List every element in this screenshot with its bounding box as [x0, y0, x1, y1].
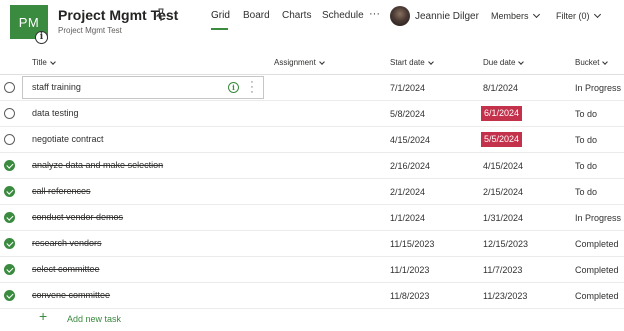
column-header-due-date[interactable]: Due date: [483, 58, 525, 67]
task-title[interactable]: select committee: [32, 264, 100, 274]
due-date-cell[interactable]: 12/15/2023: [483, 239, 528, 249]
chevron-down-icon: [593, 10, 601, 19]
task-row[interactable]: convene committee 11/8/2023 11/23/2023 Comp…: [0, 283, 624, 309]
task-title[interactable]: research vendors: [32, 238, 102, 248]
task-row[interactable]: staff training i · · · 7/1/2024 8/1/2024 In Pro…: [0, 75, 624, 101]
column-due-date-label: Due date: [483, 58, 516, 67]
filter-dropdown[interactable]: Filter (0): [556, 10, 601, 21]
completed-check-icon[interactable]: [4, 212, 15, 223]
start-date-cell[interactable]: 4/15/2024: [390, 135, 430, 145]
due-date-cell[interactable]: 4/15/2024: [483, 161, 523, 171]
task-row[interactable]: analyze data and make selection 2/16/2024…: [0, 153, 624, 179]
active-tab-indicator: [211, 28, 228, 30]
task-row[interactable]: data testing 5/8/2024 6/1/2024 To do: [0, 101, 624, 127]
due-date-overdue-badge[interactable]: 5/5/2024: [481, 132, 523, 147]
start-date-cell[interactable]: 1/1/2024: [390, 213, 425, 223]
more-options-icon[interactable]: ···: [369, 8, 380, 20]
chevron-down-icon: [49, 59, 56, 65]
column-assignment-label: Assignment: [274, 58, 316, 67]
chevron-down-icon: [318, 59, 325, 65]
task-title[interactable]: conduct vendor demos: [32, 212, 123, 222]
due-date-cell[interactable]: 8/1/2024: [483, 83, 518, 93]
add-icon[interactable]: +: [39, 309, 47, 323]
bucket-cell[interactable]: To do: [575, 135, 597, 145]
task-title[interactable]: negotiate contract: [32, 134, 104, 144]
bucket-cell[interactable]: To do: [575, 187, 597, 197]
task-row[interactable]: call references 2/1/2024 2/15/2024 To do: [0, 179, 624, 205]
task-title[interactable]: convene committee: [32, 290, 110, 300]
tab-grid[interactable]: Grid: [211, 10, 230, 21]
user-name[interactable]: Jeannie Dilger: [415, 11, 479, 22]
start-date-cell[interactable]: 11/1/2023: [390, 265, 429, 275]
tab-schedule[interactable]: Schedule: [322, 10, 364, 21]
task-row[interactable]: research vendors 11/15/2023 12/15/2023 Comp…: [0, 231, 624, 257]
user-avatar[interactable]: [390, 6, 410, 26]
chevron-down-icon: [427, 59, 434, 65]
start-date-cell[interactable]: 11/15/2023: [390, 239, 434, 249]
plan-info-icon[interactable]: i: [35, 31, 48, 44]
task-title[interactable]: staff training: [32, 82, 81, 92]
bucket-cell[interactable]: To do: [575, 109, 597, 119]
column-header-assignment[interactable]: Assignment: [274, 58, 325, 67]
filter-label: Filter (0): [556, 11, 590, 21]
complete-task-checkbox[interactable]: [4, 82, 15, 93]
column-header-bucket[interactable]: Bucket: [575, 58, 609, 67]
due-date-overdue-badge[interactable]: 6/1/2024: [481, 106, 523, 121]
column-header-start-date[interactable]: Start date: [390, 58, 434, 67]
info-icon[interactable]: i: [228, 82, 239, 93]
start-date-cell[interactable]: 2/1/2024: [390, 187, 425, 197]
chevron-down-icon: [602, 59, 609, 65]
start-date-cell[interactable]: 11/8/2023: [390, 291, 429, 301]
completed-check-icon[interactable]: [4, 238, 15, 249]
bucket-cell[interactable]: Completed: [575, 265, 619, 275]
bucket-cell[interactable]: To do: [575, 161, 597, 171]
chevron-down-icon: [532, 10, 540, 19]
due-date-cell[interactable]: 2/15/2024: [483, 187, 523, 197]
add-new-task-button[interactable]: Add new task: [67, 314, 121, 324]
column-header-title[interactable]: Title: [32, 58, 56, 67]
task-row[interactable]: conduct vendor demos 1/1/2024 1/31/2024 In …: [0, 205, 624, 231]
more-actions-icon[interactable]: · · ·: [249, 77, 255, 98]
due-date-cell[interactable]: 11/7/2023: [483, 265, 522, 275]
members-label: Members: [491, 11, 529, 21]
members-dropdown[interactable]: Members: [491, 10, 540, 21]
tab-board[interactable]: Board: [243, 10, 270, 21]
due-date-cell[interactable]: 1/31/2024: [483, 213, 523, 223]
due-date-cell[interactable]: 11/23/2023: [483, 291, 527, 301]
column-bucket-label: Bucket: [575, 58, 600, 67]
completed-check-icon[interactable]: [4, 160, 15, 171]
task-row[interactable]: select committee 11/1/2023 11/7/2023 Comple…: [0, 257, 624, 283]
bucket-cell[interactable]: Completed: [575, 239, 619, 249]
completed-check-icon[interactable]: [4, 186, 15, 197]
pin-icon[interactable]: [155, 8, 167, 22]
bucket-cell[interactable]: In Progress: [575, 213, 621, 223]
plan-subtitle: Project Mgmt Test: [58, 26, 122, 35]
complete-task-checkbox[interactable]: [4, 134, 15, 145]
task-title[interactable]: call references: [32, 186, 91, 196]
bucket-cell[interactable]: In Progress: [575, 83, 621, 93]
task-title[interactable]: analyze data and make selection: [32, 160, 163, 170]
start-date-cell[interactable]: 5/8/2024: [390, 109, 425, 119]
chevron-down-icon: [518, 59, 525, 65]
task-title[interactable]: data testing: [32, 108, 79, 118]
task-row[interactable]: negotiate contract 4/15/2024 5/5/2024 To do: [0, 127, 624, 153]
column-title-label: Title: [32, 58, 47, 67]
plan-header: PM i Project Mgmt Test Project Mgmt Test…: [0, 0, 624, 48]
column-start-date-label: Start date: [390, 58, 425, 67]
bucket-cell[interactable]: Completed: [575, 291, 619, 301]
tab-charts[interactable]: Charts: [282, 10, 311, 21]
completed-check-icon[interactable]: [4, 290, 15, 301]
start-date-cell[interactable]: 7/1/2024: [390, 83, 425, 93]
start-date-cell[interactable]: 2/16/2024: [390, 161, 430, 171]
row-divider: [0, 308, 624, 309]
complete-task-checkbox[interactable]: [4, 108, 15, 119]
completed-check-icon[interactable]: [4, 264, 15, 275]
